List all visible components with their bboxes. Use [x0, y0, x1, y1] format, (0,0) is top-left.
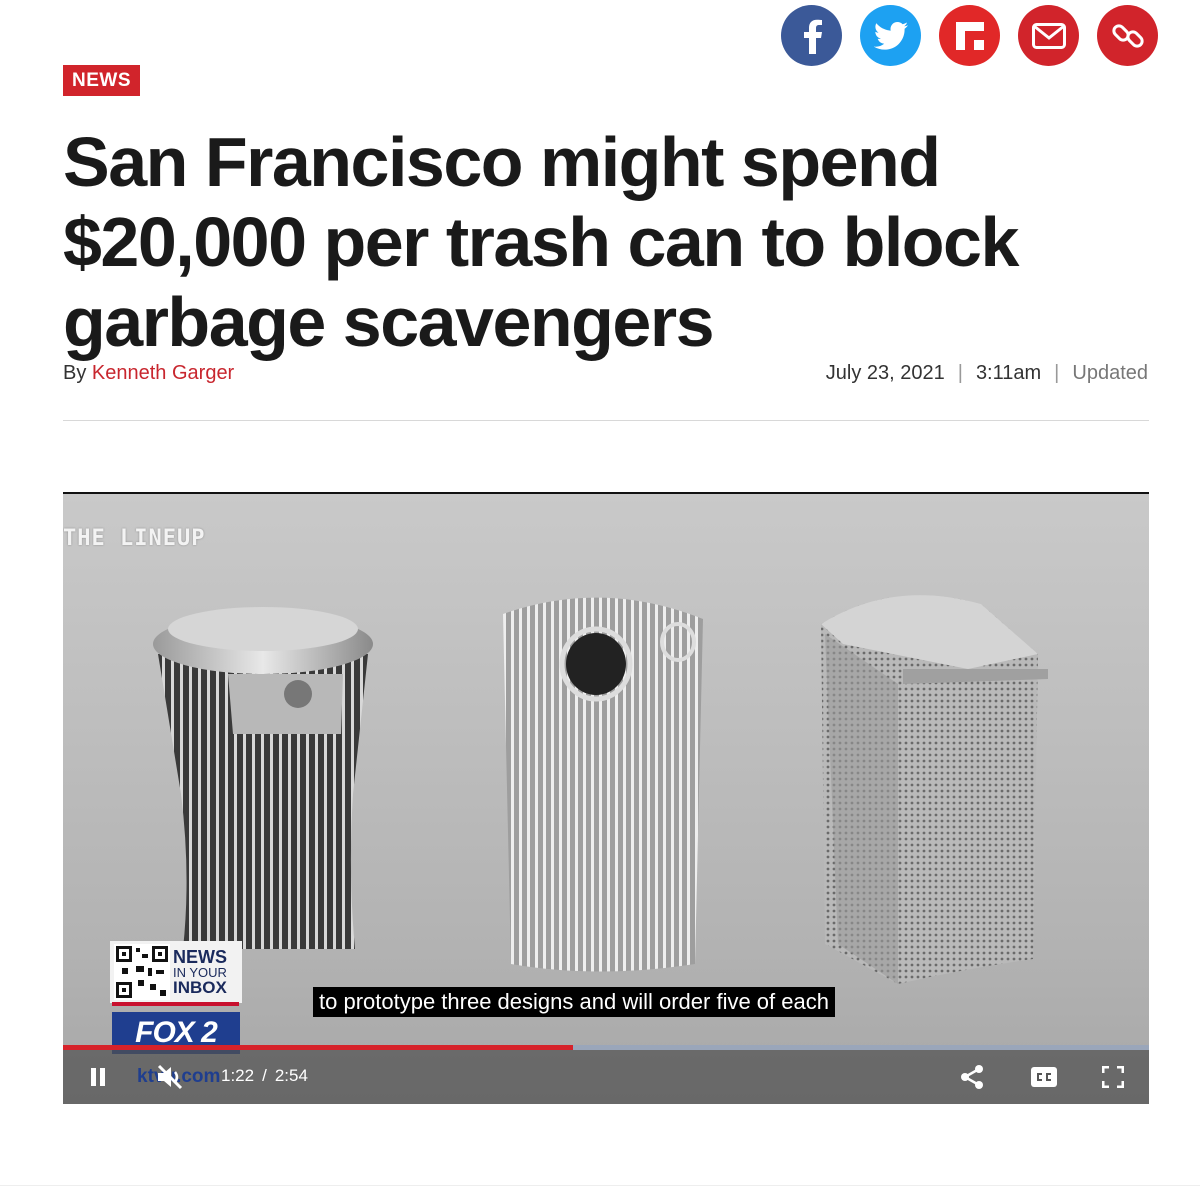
byline-prefix: By [63, 362, 87, 384]
duration: 2:54 [274, 1066, 308, 1085]
email-share-button[interactable] [1018, 5, 1079, 66]
separator: | [957, 362, 963, 384]
badge-stripe [112, 1002, 239, 1006]
publish-info: July 23, 2021 | 3:11am | Updated [826, 362, 1148, 385]
video-controls: ktvu.com 1:22/2:54 [63, 1050, 1149, 1104]
pause-icon [91, 1068, 105, 1086]
mute-button[interactable] [155, 1063, 185, 1091]
pause-button[interactable] [85, 1064, 111, 1090]
lineup-overlay-label: THE LINEUP [63, 526, 206, 551]
current-time: 1:22 [221, 1066, 255, 1085]
flipboard-icon [955, 21, 984, 50]
separator: | [1054, 362, 1060, 384]
newsletter-badge[interactable]: NEWS IN YOUR INBOX [110, 941, 242, 1003]
badge-line-3: INBOX [173, 977, 227, 997]
article-body-edge [0, 1185, 1200, 1201]
twitter-share-button[interactable] [860, 5, 921, 66]
share-bar [781, 5, 1158, 66]
author-link[interactable]: Kenneth Garger [92, 362, 234, 384]
newsletter-text: NEWS IN YOUR INBOX [173, 946, 227, 997]
byline: By Kenneth Garger [63, 362, 234, 385]
updated-label: Updated [1072, 362, 1148, 384]
fullscreen-icon [1102, 1066, 1124, 1088]
facebook-share-button[interactable] [781, 5, 842, 66]
qr-code-icon [114, 944, 170, 1000]
video-time: 1:22/2:54 [221, 1066, 308, 1085]
video-player[interactable]: THE LINEUP NEWS IN YOUR INBOX FOX 2 to p… [63, 492, 1149, 1104]
copy-link-button[interactable] [1097, 5, 1158, 66]
article-headline: San Francisco might spend $20,000 per tr… [63, 123, 1019, 361]
muted-speaker-icon [157, 1064, 183, 1090]
video-caption: to prototype three designs and will orde… [313, 987, 835, 1017]
facebook-icon [803, 19, 822, 54]
share-icon [961, 1065, 983, 1089]
closed-captions-button[interactable] [1029, 1064, 1059, 1090]
share-video-button[interactable] [957, 1062, 987, 1092]
cc-icon [1031, 1067, 1057, 1087]
section-tag[interactable]: NEWS [63, 65, 140, 96]
flipboard-share-button[interactable] [939, 5, 1000, 66]
fullscreen-button[interactable] [1099, 1064, 1127, 1090]
publish-time: 3:11am [975, 362, 1042, 384]
twitter-icon [873, 21, 908, 50]
badge-line-1: NEWS [173, 946, 227, 967]
link-icon [1111, 23, 1144, 48]
divider [63, 420, 1149, 421]
publish-date: July 23, 2021 [825, 362, 945, 384]
email-icon [1031, 22, 1066, 49]
